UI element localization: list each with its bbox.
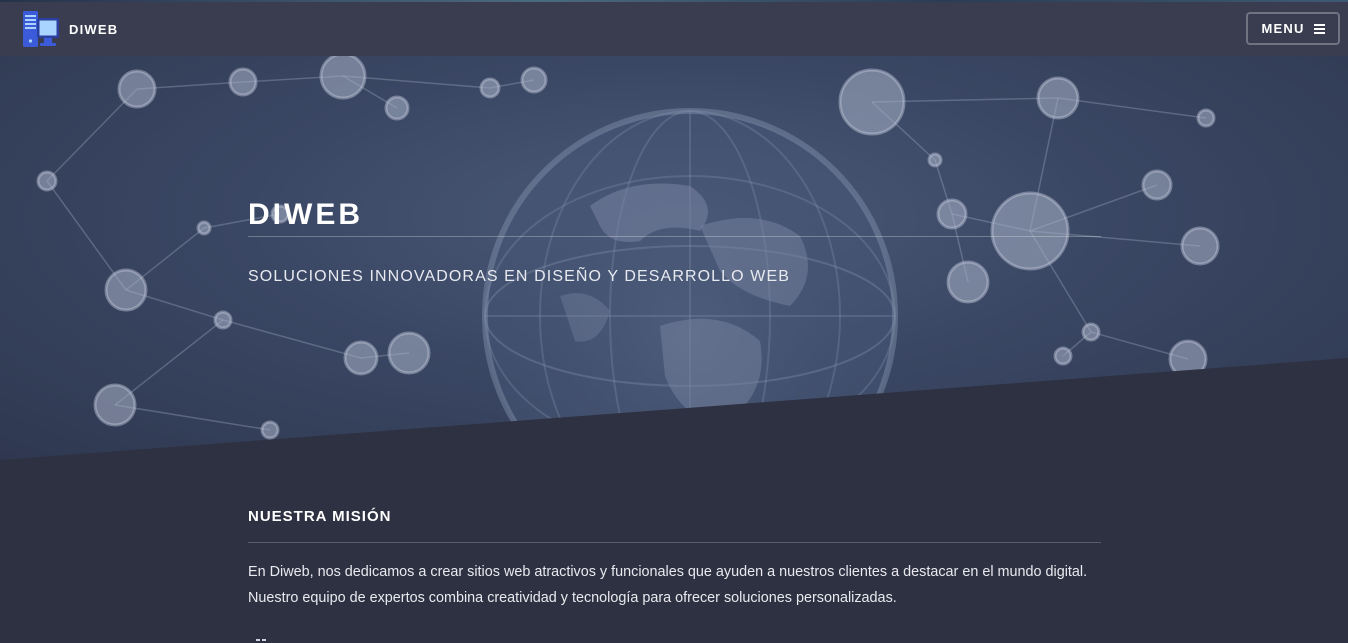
menu-label: MENU	[1261, 21, 1305, 36]
next-section-title-partial	[248, 636, 268, 642]
hero-title: DIWEB	[248, 198, 363, 232]
brand-link[interactable]: DIWEB	[22, 10, 118, 48]
hero-banner: DIWEB SOLUCIONES INNOVADORAS EN DISEÑO Y…	[0, 56, 1348, 460]
hero-subtitle: SOLUCIONES INNOVADORAS EN DISEÑO Y DESAR…	[248, 268, 791, 285]
mission-divider	[248, 542, 1101, 543]
top-navbar: DIWEB MENU	[0, 0, 1348, 56]
brand-name: DIWEB	[69, 21, 119, 37]
bars-icon	[1313, 23, 1325, 34]
mission-text: En Diweb, nos dedicamos a crear sitios w…	[248, 559, 1101, 611]
hero-divider	[248, 236, 1101, 237]
mission-paragraph-line-2: Nuestro equipo de expertos combina creat…	[248, 590, 897, 606]
menu-button[interactable]: MENU	[1246, 12, 1340, 45]
header-accent-line	[0, 0, 1348, 2]
mission-paragraph-line-1: En Diweb, nos dedicamos a crear sitios w…	[248, 564, 1088, 580]
mission-title: NUESTRA MISIÓN	[248, 508, 392, 525]
network-globe-background	[0, 56, 1348, 460]
mission-section: NUESTRA MISIÓN En Diweb, nos dedicamos a…	[248, 500, 1101, 611]
computer-icon	[22, 10, 60, 48]
